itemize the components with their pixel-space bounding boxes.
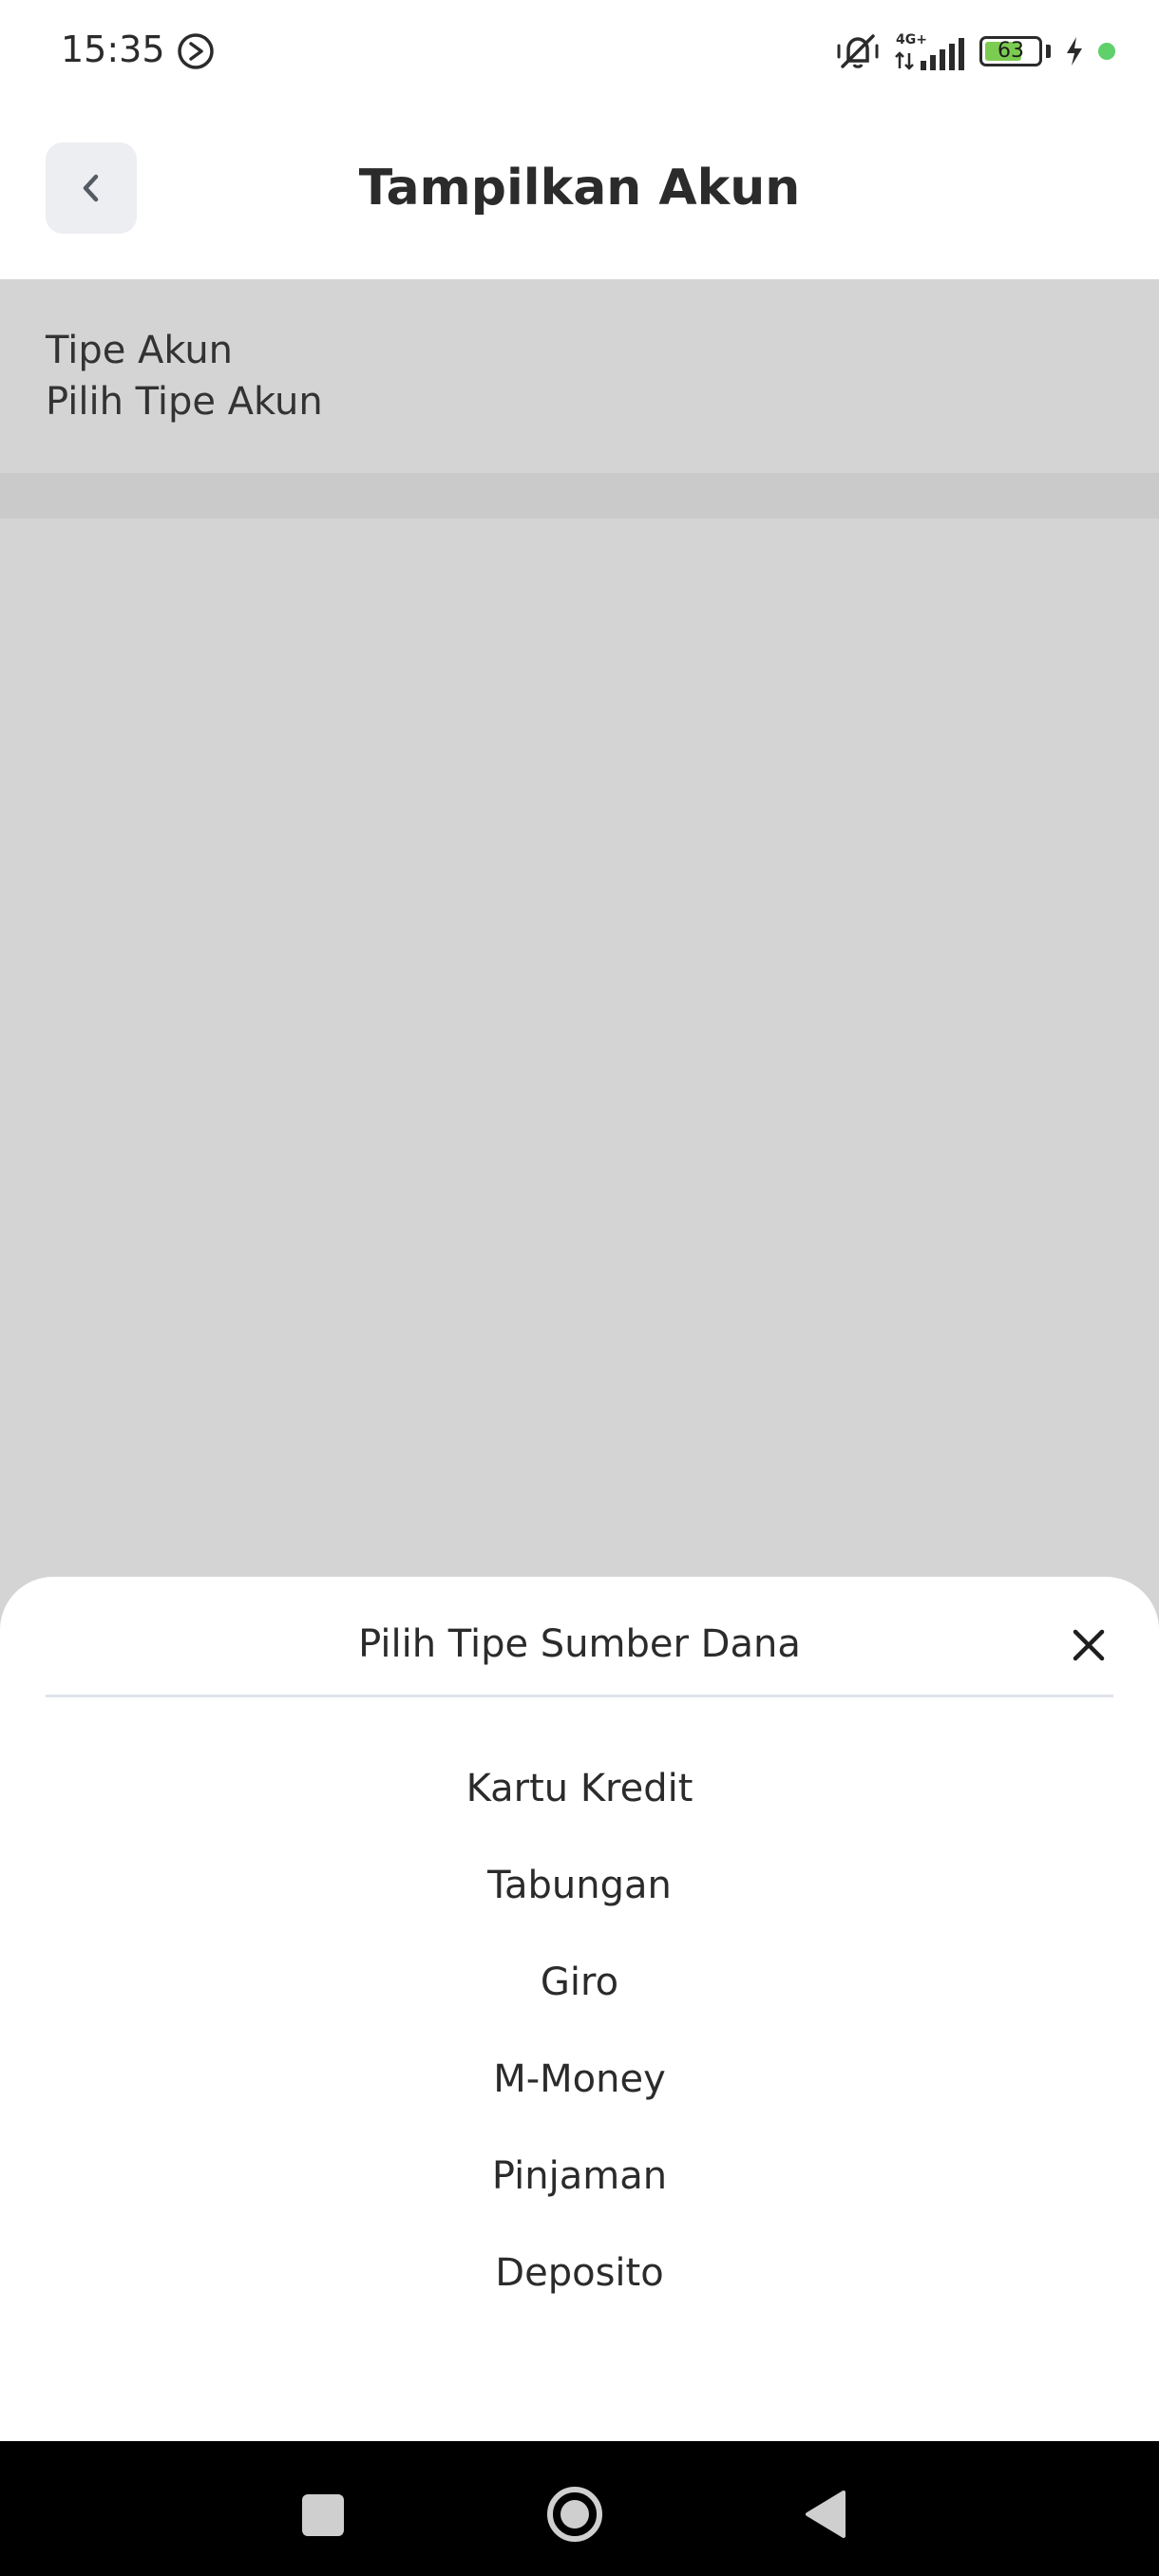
- green-dot-icon: [1098, 43, 1115, 60]
- sheet-title: Pilih Tipe Sumber Dana: [358, 1622, 801, 1666]
- recent-apps-icon[interactable]: [302, 2494, 344, 2536]
- home-icon[interactable]: [545, 2485, 604, 2544]
- option-giro[interactable]: Giro: [0, 1934, 1159, 2031]
- system-nav-bar: [0, 2441, 1159, 2576]
- account-type-value: Pilih Tipe Akun: [46, 380, 323, 424]
- status-icons: 4G+ 63: [835, 28, 1115, 74]
- option-pinjaman[interactable]: Pinjaman: [0, 2128, 1159, 2225]
- silent-icon: [837, 34, 879, 68]
- option-kartu-kredit[interactable]: Kartu Kredit: [0, 1740, 1159, 1837]
- back-icon[interactable]: [804, 2489, 847, 2540]
- option-tabungan[interactable]: Tabungan: [0, 1837, 1159, 1934]
- page-title: Tampilkan Akun: [358, 160, 801, 217]
- network-type: 4G+: [896, 32, 927, 47]
- close-icon[interactable]: [1070, 1626, 1108, 1664]
- account-type-field[interactable]: Tipe Akun Pilih Tipe Akun: [0, 279, 1159, 473]
- sheet-divider: [46, 1695, 1113, 1697]
- charging-icon: [1067, 37, 1082, 66]
- section-divider: [0, 473, 1159, 519]
- option-list: Kartu Kredit Tabungan Giro M-Money Pinja…: [0, 1740, 1159, 2321]
- status-time: 15:35: [61, 28, 165, 70]
- signal-icon: 4G+: [895, 32, 964, 70]
- play-circle-icon: [178, 33, 214, 69]
- battery-tip: [1046, 45, 1051, 58]
- battery-icon: 63: [979, 36, 1042, 66]
- app-header: Tampilkan Akun: [0, 104, 1159, 279]
- battery-level: 63: [998, 39, 1024, 63]
- option-m-money[interactable]: M-Money: [0, 2031, 1159, 2128]
- fund-source-sheet: Pilih Tipe Sumber Dana Kartu Kredit Tabu…: [0, 1577, 1159, 2441]
- account-type-label: Tipe Akun: [46, 329, 234, 372]
- option-deposito[interactable]: Deposito: [0, 2225, 1159, 2321]
- modal-overlay[interactable]: [0, 519, 1159, 1577]
- status-bar: 15:35 4G+ 63: [0, 0, 1159, 104]
